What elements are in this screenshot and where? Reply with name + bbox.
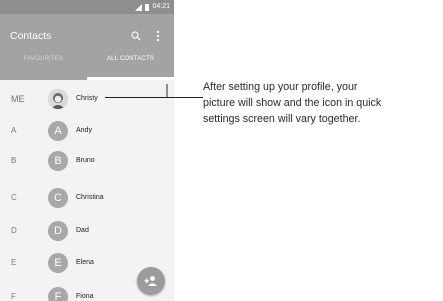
add-contact-icon xyxy=(144,276,157,286)
section-letter: B xyxy=(11,156,17,165)
callout-line xyxy=(105,97,203,98)
contact-name: Bruno xyxy=(76,157,95,164)
avatar: B xyxy=(48,151,68,171)
avatar: F xyxy=(48,287,68,301)
avatar: C xyxy=(48,188,68,208)
contact-row-me[interactable]: ME Christy xyxy=(0,84,174,114)
app-bar: Contacts FAVOURITES ALL CONTACTS xyxy=(0,14,174,80)
contact-row[interactable]: C C Christina xyxy=(0,183,174,213)
scrollbar-thumb[interactable] xyxy=(166,84,168,98)
contact-name: Elena xyxy=(76,259,94,266)
phone-screenshot: 04:21 Contacts FAVOURITES ALL CONTACTS M… xyxy=(0,0,174,301)
section-letter: F xyxy=(11,292,16,301)
add-contact-button[interactable] xyxy=(137,267,165,295)
contact-name: Dad xyxy=(76,227,89,234)
page-title: Contacts xyxy=(10,30,52,42)
callout-text: After setting up your profile, your pict… xyxy=(203,81,382,125)
section-letter: D xyxy=(11,226,17,235)
contact-name: Christy xyxy=(76,95,98,102)
tab-favourites[interactable]: FAVOURITES xyxy=(0,56,87,62)
search-icon[interactable] xyxy=(131,31,141,41)
avatar: D xyxy=(48,221,68,241)
signal-icon xyxy=(135,3,143,11)
section-letter: E xyxy=(11,258,17,267)
status-bar: 04:21 xyxy=(0,0,174,14)
profile-photo-avatar xyxy=(48,89,68,109)
contact-name: Fiona xyxy=(76,293,94,300)
contact-name: Christina xyxy=(76,194,104,201)
section-letter: C xyxy=(11,193,17,202)
section-letter: A xyxy=(11,126,17,135)
status-time: 04:21 xyxy=(152,3,170,10)
contact-row[interactable]: A A Andy xyxy=(0,116,174,146)
contact-row[interactable]: B B Bruno xyxy=(0,146,174,176)
avatar: A xyxy=(48,121,68,141)
contact-row[interactable]: D D Dad xyxy=(0,216,174,246)
battery-icon xyxy=(145,3,150,11)
section-letter: ME xyxy=(11,94,25,104)
active-tab-indicator xyxy=(87,77,174,80)
avatar: E xyxy=(48,253,68,273)
more-options-icon[interactable] xyxy=(155,30,161,42)
contact-name: Andy xyxy=(76,127,92,134)
tab-all-contacts[interactable]: ALL CONTACTS xyxy=(87,56,174,62)
